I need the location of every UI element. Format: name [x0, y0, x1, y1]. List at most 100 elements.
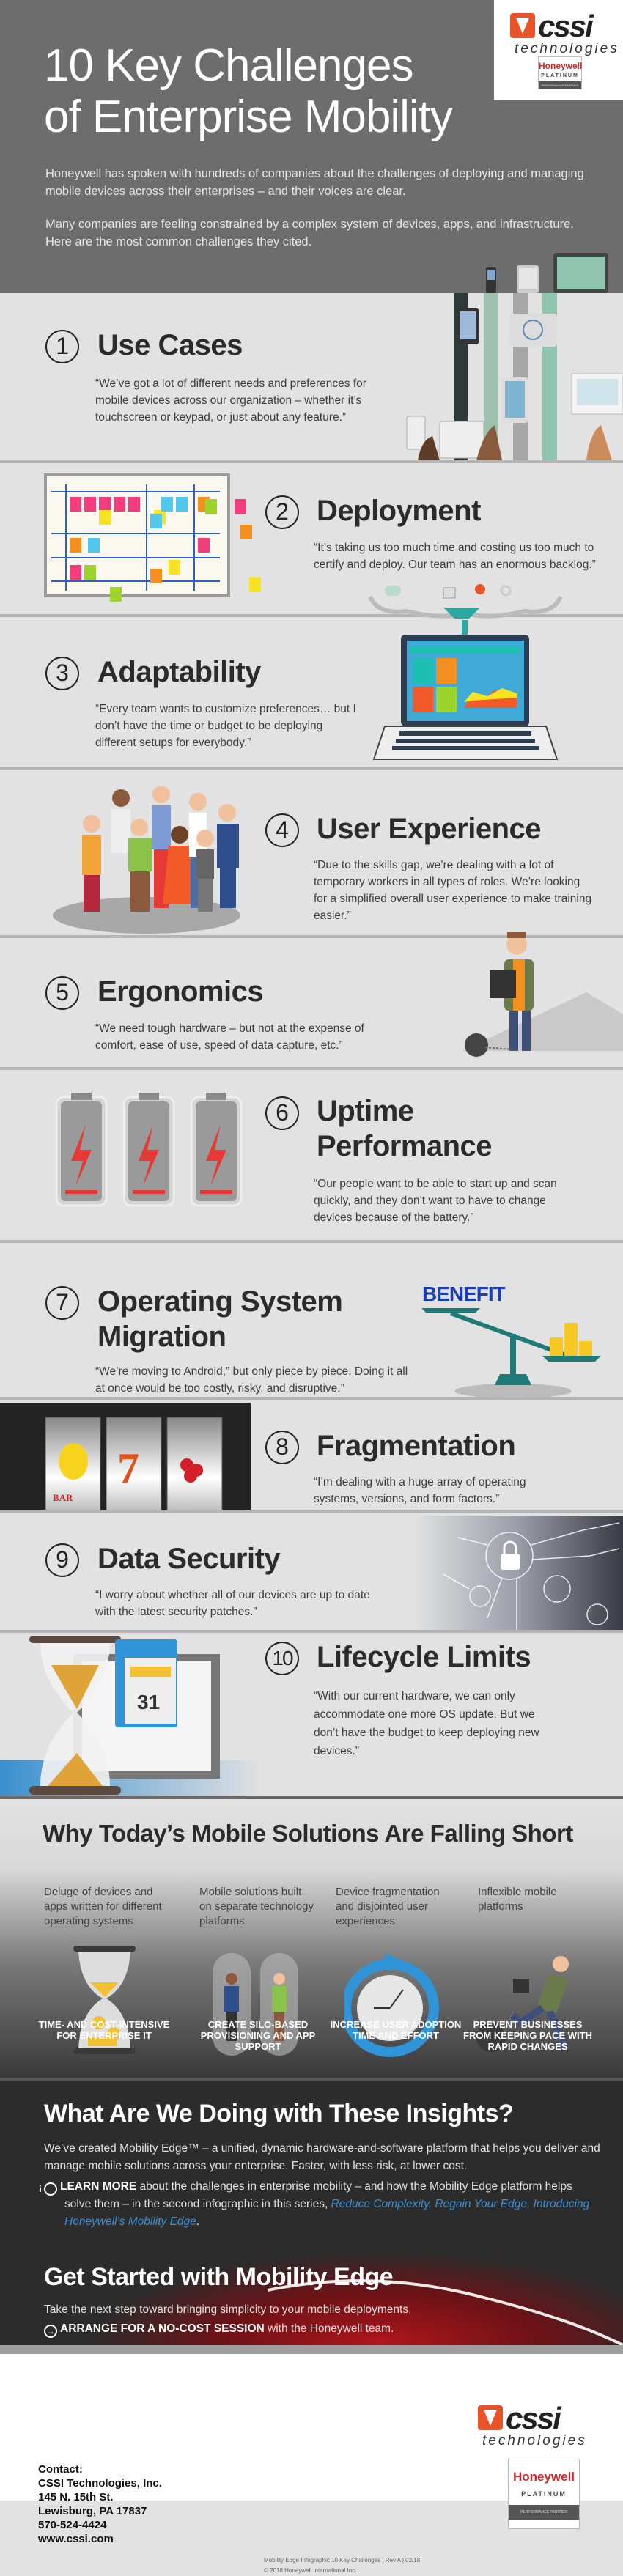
logo-sub: technologies — [482, 2433, 587, 2448]
badge-level: PLATINUM — [521, 2490, 567, 2498]
challenge-5-ergonomics: 5 Ergonomics “We need tough hardware – b… — [0, 932, 623, 1070]
challenge-title: Ergonomics — [97, 975, 264, 1008]
badge-brand: Honeywell — [512, 2470, 575, 2484]
challenge-quote: “Our people want to be able to start up … — [314, 1178, 557, 1224]
circuit-lock-illustration — [414, 1516, 623, 1630]
contact-website[interactable]: www.cssi.com — [38, 2532, 162, 2546]
why-problem-2: Mobile solutions built on separate techn… — [199, 1886, 314, 1927]
why-problem-1: Deluge of devices and apps written for d… — [44, 1886, 162, 1927]
contact-phone: 570-524-4424 — [38, 2519, 107, 2531]
challenge-title: Lifecycle Limits — [317, 1641, 531, 1673]
badge-sub: PERFORMANCE PARTNER — [539, 81, 581, 89]
fine-print: Mobility Edge Infographic 10 Key Challen… — [264, 2555, 420, 2576]
low-battery-icons — [55, 1091, 243, 1207]
page-title: 10 Key Challenges of Enterprise Mobility — [44, 40, 453, 143]
learn-more-paragraph: i LEARN MORE about the challenges in ente… — [39, 2180, 590, 2228]
challenge-title: Fragmentation — [317, 1430, 516, 1462]
number-badge: 5 — [45, 976, 79, 1010]
number-badge: 7 — [45, 1286, 79, 1320]
cloud-funnel-illustration — [368, 584, 563, 619]
challenge-title: Use Cases — [97, 329, 243, 361]
arrange-session-link[interactable]: ARRANGE FOR A NO-COST SESSION — [60, 2322, 265, 2335]
worker-ball-and-chain-illustration — [462, 932, 623, 1057]
challenge-2-deployment: 2 Deployment “It’s taking us too much ti… — [0, 466, 623, 619]
group-of-people-illustration — [53, 786, 240, 934]
intro-paragraph-1: Honeywell has spoken with hundreds of co… — [45, 167, 584, 198]
svg-text:7: 7 — [117, 1444, 139, 1493]
challenge-title: Uptime Performance — [317, 1095, 493, 1162]
slot-machine-illustration: 7 BAR — [0, 1403, 251, 1539]
contact-city: Lewisburg, PA 17837 — [38, 2505, 147, 2517]
clock-refresh-icon — [344, 1953, 439, 2057]
challenge-quote: “Due to the skills gap, we’re dealing wi… — [314, 859, 592, 922]
document-reference: Mobility Edge Infographic 10 Key Challen… — [264, 2557, 421, 2564]
challenge-1-use-cases: 1 Use Cases “We’ve got a lot of differen… — [0, 293, 623, 463]
why-title: Why Today’s Mobile Solutions Are Falling… — [43, 1820, 573, 1847]
hands-devices-illustration — [486, 253, 608, 293]
light-streak-decoration — [267, 2279, 623, 2345]
why-effect-4: PREVENT BUSINESSES FROM KEEPING PACE WIT… — [463, 2019, 592, 2052]
number-badge: 8 — [265, 1431, 299, 1464]
learn-more-label: LEARN MORE — [60, 2180, 137, 2193]
challenge-title: Adaptability — [97, 656, 261, 688]
contact-block: Contact: CSSI Technologies, Inc. 145 N. … — [38, 2462, 162, 2546]
insights-title: What Are We Doing with These Insights? — [44, 2100, 514, 2127]
honeywell-badge: Honeywell PLATINUM PERFORMANCE PARTNER — [538, 56, 582, 89]
number-badge: 4 — [265, 813, 299, 847]
kanban-board-illustration — [44, 473, 261, 602]
challenge-quote: “We’ve got a lot of different needs and … — [95, 377, 366, 424]
challenge-quote: “It’s taking us too much time and costin… — [314, 542, 596, 571]
challenge-title: Operating System Migration — [97, 1285, 343, 1353]
number-badge: 9 — [45, 1543, 79, 1577]
challenge-6-uptime-performance: 6 Uptime Performance “Our people want to… — [0, 1073, 623, 1243]
laptop-dashboard-illustration — [372, 620, 559, 760]
honeywell-badge-footer: Honeywell PLATINUM PERFORMANCE PARTNER — [508, 2459, 580, 2529]
footer: Contact: CSSI Technologies, Inc. 145 N. … — [0, 2345, 623, 2574]
number-badge: 1 — [45, 330, 79, 363]
challenge-quote: “We need tough hardware – but not at the… — [95, 1022, 364, 1052]
badge-sub: PERFORMANCE PARTNER — [509, 2505, 579, 2520]
challenge-title: Data Security — [97, 1543, 281, 1575]
challenge-quote: “We’re moving to Android,” but only piec… — [95, 1365, 408, 1395]
arrow-right-icon: → — [44, 2325, 57, 2338]
challenge-9-data-security: 9 Data Security “I worry about whether a… — [0, 1516, 623, 1633]
title-line-1: 10 Key Challenges — [44, 40, 413, 91]
why-falling-short-section: Why Today’s Mobile Solutions Are Falling… — [0, 1799, 623, 2078]
cssi-mark-icon — [510, 13, 535, 38]
challenge-quote: “I worry about whether all of our device… — [95, 1589, 370, 1618]
benefit-label: BENEFIT — [422, 1283, 506, 1305]
contact-company: CSSI Technologies, Inc. — [38, 2477, 162, 2490]
hands-devices-illustration — [406, 293, 623, 460]
logo-word: cssi — [506, 2401, 561, 2435]
number-badge: 10 — [265, 1642, 299, 1675]
challenge-quote: “I’m dealing with a huge array of operat… — [314, 1476, 526, 1505]
cssi-mark-icon — [478, 2405, 503, 2430]
number-badge: 3 — [45, 657, 79, 690]
badge-brand: Honeywell — [539, 61, 583, 71]
insights-body: We’ve created Mobility Edge™ – a unified… — [44, 2142, 600, 2172]
header: 10 Key Challenges of Enterprise Mobility… — [0, 0, 623, 293]
logo-word: cssi — [538, 9, 594, 43]
challenge-10-lifecycle-limits: 31 10 Lifecycle Limits “With our current… — [0, 1636, 623, 1799]
contact-label: Contact: — [38, 2463, 83, 2476]
challenge-3-adaptability: 3 Adaptability “Every team wants to cust… — [0, 620, 623, 770]
insights-section: What Are We Doing with These Insights? W… — [0, 2078, 623, 2345]
why-problem-3: Device fragmentation and disjointed user… — [336, 1886, 440, 1927]
title-line-2: of Enterprise Mobility — [44, 92, 453, 142]
challenge-title: User Experience — [317, 813, 542, 845]
cssi-logo-box: cssi technologies Honeywell PLATINUM PER… — [494, 0, 623, 100]
contact-street: 145 N. 15th St. — [38, 2491, 114, 2503]
why-effect-2: CREATE SILO-BASED PROVISIONING AND APP S… — [200, 2019, 316, 2052]
copyright: © 2018 Honeywell International Inc. — [264, 2567, 357, 2574]
badge-level: PLATINUM — [541, 73, 579, 78]
number-badge: 2 — [265, 495, 299, 529]
challenge-4-user-experience: 4 User Experience “Due to the skills gap… — [0, 772, 623, 938]
challenge-7-os-migration: 7 Operating System Migration “We’re movi… — [0, 1246, 623, 1400]
why-effect-3: INCREASE USER ADOPTION TIME AND EFFORT — [330, 2019, 462, 2041]
calendar-day-number: 31 — [137, 1691, 161, 1713]
info-icon: i — [39, 2182, 57, 2196]
why-problem-4: Inflexible mobile platforms — [478, 1886, 557, 1913]
challenge-title: Deployment — [317, 495, 481, 527]
challenge-quote: “With our current hardware, we can only … — [314, 1690, 539, 1757]
challenge-quote: “Every team wants to customize preferenc… — [95, 703, 356, 749]
